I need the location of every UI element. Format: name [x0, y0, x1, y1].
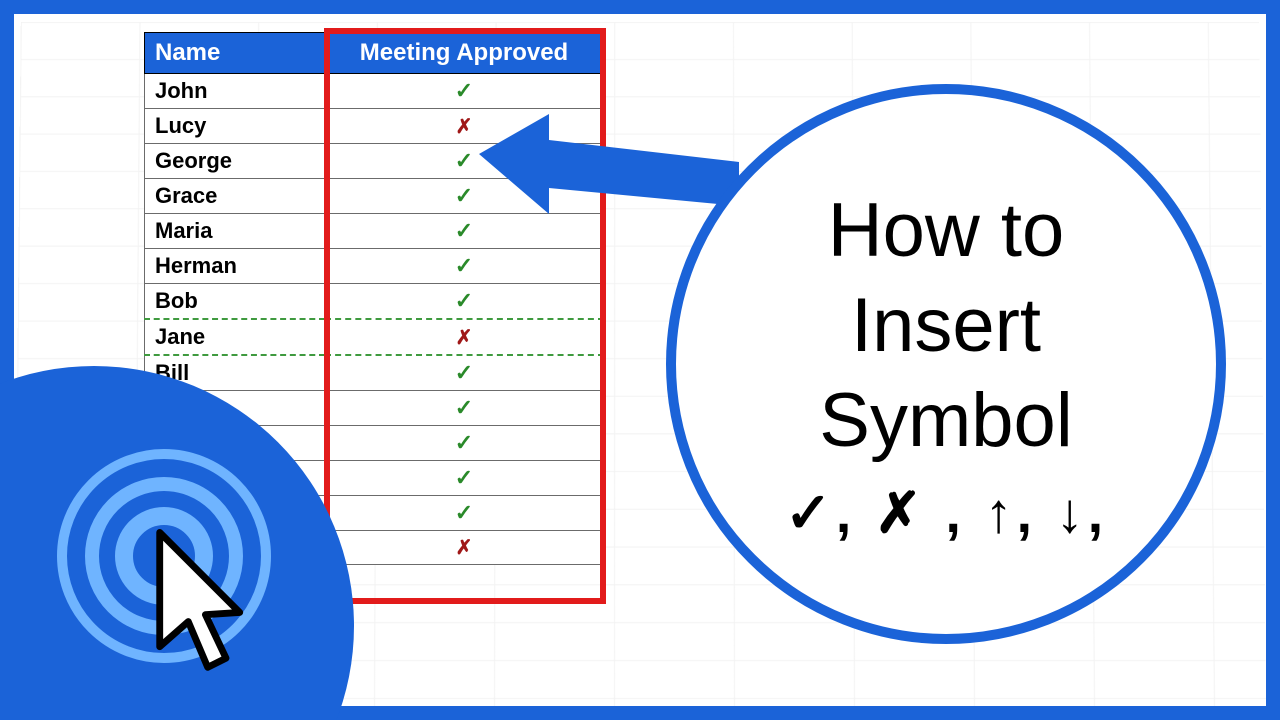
callout-line-2: Insert [851, 278, 1041, 373]
table-row: George✓ [145, 144, 604, 179]
cell-name: Bob [145, 284, 325, 320]
table-row: Jane✗ [145, 319, 604, 355]
table-row: Bob✓ [145, 284, 604, 320]
checkmark-icon: ✓ [325, 461, 604, 496]
cell-name: Grace [145, 179, 325, 214]
cell-name: Herman [145, 249, 325, 284]
header-name: Name [145, 33, 325, 74]
header-approved: Meeting Approved [325, 33, 604, 74]
table-row: Lucy✗ [145, 109, 604, 144]
cross-icon: ✗ [325, 531, 604, 565]
callout-line-1: How to [828, 183, 1065, 278]
checkmark-icon: ✓ [325, 496, 604, 531]
checkmark-icon: ✓ [325, 74, 604, 109]
table-row: Bill✓ [145, 355, 604, 391]
cell-name: Maria [145, 214, 325, 249]
cell-name: Lucy [145, 109, 325, 144]
cursor-arrow-icon [134, 521, 254, 681]
checkmark-icon: ✓ [325, 355, 604, 391]
callout-symbol-row: ✓, ✗ , ↑, ↓, [785, 480, 1107, 546]
title-callout-bubble: How to Insert Symbol ✓, ✗ , ↑, ↓, [666, 84, 1226, 644]
checkmark-icon: ✓ [325, 249, 604, 284]
cross-icon: ✗ [325, 109, 604, 144]
checkmark-icon: ✓ [325, 426, 604, 461]
table-row: Maria✓ [145, 214, 604, 249]
table-row: Grace✓ [145, 179, 604, 214]
cross-icon: ✗ [325, 319, 604, 355]
checkmark-icon: ✓ [325, 179, 604, 214]
tutorial-thumbnail: Name Meeting Approved John✓Lucy✗George✓G… [0, 0, 1280, 720]
checkmark-icon: ✓ [325, 214, 604, 249]
table-row: John✓ [145, 74, 604, 109]
checkmark-icon: ✓ [325, 391, 604, 426]
cell-name: Jane [145, 319, 325, 355]
cell-name: George [145, 144, 325, 179]
cell-name: John [145, 74, 325, 109]
callout-line-3: Symbol [819, 373, 1072, 468]
table-row: Herman✓ [145, 249, 604, 284]
checkmark-icon: ✓ [325, 144, 604, 179]
checkmark-icon: ✓ [325, 284, 604, 320]
